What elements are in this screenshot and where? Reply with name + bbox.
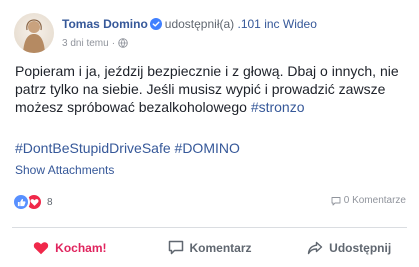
shared-page-link[interactable]: .101 inc Wideo — [238, 17, 317, 31]
love-button-label: Kocham! — [55, 240, 107, 255]
author-name[interactable]: Tomas Domino — [62, 17, 148, 31]
post-text: Popieram i ja, jeździj bezpiecznie i z g… — [15, 63, 399, 115]
hashtag-links[interactable]: #DontBeStupidDriveSafe #DOMINO — [15, 139, 240, 157]
comment-button-label: Komentarz — [189, 240, 252, 255]
verified-badge-icon — [149, 18, 162, 34]
share-button[interactable]: Udostępnij — [279, 228, 419, 267]
timestamp-separator: · — [111, 38, 116, 49]
comment-button[interactable]: Komentarz — [140, 228, 280, 267]
share-button-label: Udostępnij — [329, 240, 392, 255]
post-actions: Kocham! Komentarz Udostępnij — [0, 228, 419, 267]
share-action-text: udostępnił(a) — [164, 17, 235, 31]
hashtag-link[interactable]: #stronzo — [251, 99, 305, 115]
show-attachments-link[interactable]: Show Attachments — [15, 162, 114, 178]
comment-icon — [168, 240, 183, 255]
avatar[interactable] — [14, 13, 54, 53]
post-card: Tomas Domino udostępnił(a) .101 inc Wideo… — [0, 0, 419, 267]
like-reaction-icon — [12, 193, 30, 211]
heart-icon — [33, 241, 49, 254]
post-header: Tomas Domino udostępnił(a) .101 inc Wideo… — [14, 13, 317, 53]
comments-count-label: 0 Komentarze — [343, 195, 406, 206]
reaction-count: 8 — [47, 196, 53, 208]
comment-count-icon — [331, 196, 341, 205]
reaction-summary[interactable]: 8 — [12, 193, 53, 211]
post-timestamp[interactable]: 3 dni temu — [62, 38, 109, 49]
share-icon — [307, 241, 323, 254]
love-button[interactable]: Kocham! — [0, 228, 140, 267]
post-body: Popieram i ja, jeździj bezpiecznie i z g… — [15, 62, 407, 116]
globe-icon — [118, 38, 128, 53]
comments-count[interactable]: 0 Komentarze — [331, 195, 406, 206]
